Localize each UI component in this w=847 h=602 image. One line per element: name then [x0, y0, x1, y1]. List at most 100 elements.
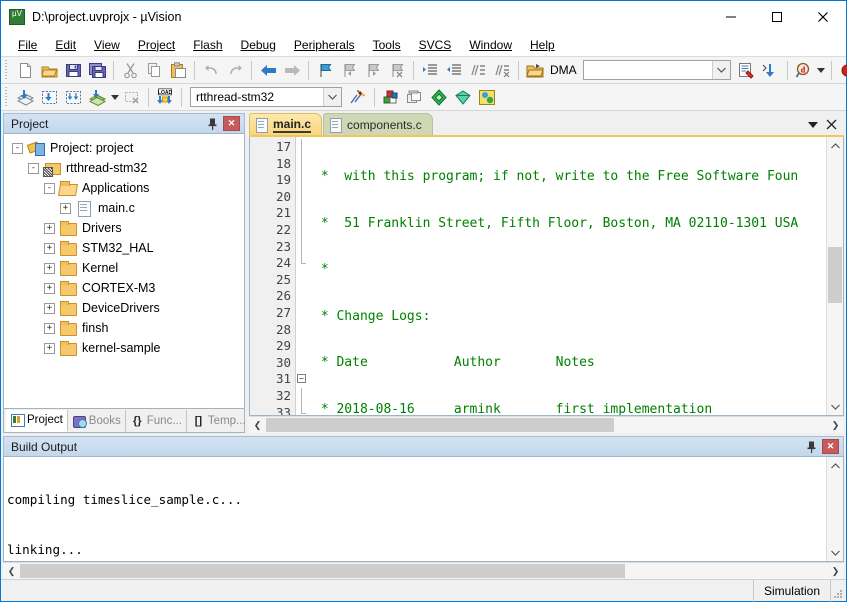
target-select[interactable]: rtthread-stm32 — [190, 87, 342, 107]
chevron-down-icon[interactable] — [712, 61, 730, 79]
menu-tools[interactable]: Tools — [364, 35, 410, 55]
tree-node-cortex-m3[interactable]: + CORTEX-M3 — [4, 278, 244, 298]
tree-expander[interactable]: - — [44, 183, 55, 194]
debug-search-icon[interactable]: d — [792, 59, 816, 82]
bookmark-toggle-icon[interactable] — [313, 59, 337, 82]
scroll-thumb[interactable] — [20, 564, 625, 578]
dma-combo[interactable] — [583, 60, 731, 80]
minimize-button[interactable] — [708, 1, 754, 33]
tree-expander[interactable]: - — [12, 143, 23, 154]
code-fold-gutter[interactable]: − — [296, 137, 309, 415]
insert-include-icon[interactable] — [759, 59, 783, 82]
chevron-down-icon[interactable] — [323, 88, 341, 106]
tree-expander[interactable]: + — [60, 203, 71, 214]
menu-svcs[interactable]: SVCS — [410, 35, 461, 55]
uncomment-icon[interactable] — [490, 59, 514, 82]
undo-icon[interactable] — [199, 59, 223, 82]
scroll-down-icon[interactable] — [827, 398, 844, 415]
new-file-icon[interactable] — [13, 59, 37, 82]
scroll-track[interactable] — [266, 417, 827, 434]
tree-expander[interactable]: + — [44, 243, 55, 254]
configuration-wizard-icon[interactable] — [735, 59, 759, 82]
tree-expander[interactable]: + — [44, 323, 55, 334]
build-output-horizontal-scrollbar[interactable]: ❮ ❯ — [3, 562, 844, 579]
code-text[interactable]: * with this program; if not, write to th… — [309, 137, 826, 415]
indent-icon[interactable] — [418, 59, 442, 82]
tree-node-kernel[interactable]: + Kernel — [4, 258, 244, 278]
pack-installer-icon[interactable] — [427, 86, 451, 109]
download-load-icon[interactable]: LOAD — [153, 86, 177, 109]
menu-window[interactable]: Window — [460, 35, 521, 55]
menu-help[interactable]: Help — [521, 35, 564, 55]
save-icon[interactable] — [61, 59, 85, 82]
scroll-thumb[interactable] — [828, 247, 842, 303]
scroll-track[interactable] — [20, 563, 827, 580]
chevron-down-icon[interactable] — [804, 115, 822, 133]
close-icon[interactable]: ✕ — [223, 116, 240, 131]
scroll-down-icon[interactable] — [827, 544, 844, 561]
tree-expander[interactable]: + — [44, 263, 55, 274]
tree-expander[interactable]: + — [44, 283, 55, 294]
scroll-up-icon[interactable] — [827, 137, 844, 154]
tree-expander[interactable]: - — [28, 163, 39, 174]
close-icon[interactable]: ✕ — [822, 439, 839, 454]
menu-debug[interactable]: Debug — [232, 35, 285, 55]
translate-file-icon[interactable] — [13, 86, 37, 109]
scroll-thumb[interactable] — [266, 418, 614, 432]
open-folder-icon[interactable] — [523, 59, 547, 82]
bookmark-next-icon[interactable] — [361, 59, 385, 82]
tree-node-devicedrivers[interactable]: + DeviceDrivers — [4, 298, 244, 318]
tree-node-main-c[interactable]: + main.c — [4, 198, 244, 218]
batch-build-dropdown-icon[interactable] — [109, 86, 120, 109]
tree-expander[interactable]: + — [44, 223, 55, 234]
navigate-forward-icon[interactable] — [280, 59, 304, 82]
tree-node-stm32-hal[interactable]: + STM32_HAL — [4, 238, 244, 258]
environment-icon[interactable] — [475, 86, 499, 109]
pin-icon[interactable] — [803, 439, 819, 455]
tab-project[interactable]: Project — [6, 410, 68, 432]
bookmark-clear-icon[interactable] — [385, 59, 409, 82]
editor-vertical-scrollbar[interactable] — [826, 137, 843, 415]
resize-grip-icon[interactable] — [830, 580, 846, 602]
tab-templates[interactable]: [] Temp... — [187, 410, 251, 432]
menu-edit[interactable]: Edit — [46, 35, 85, 55]
outdent-icon[interactable] — [442, 59, 466, 82]
build-output-vertical-scrollbar[interactable] — [826, 457, 843, 561]
menu-file[interactable]: File — [9, 35, 46, 55]
menu-view[interactable]: View — [85, 35, 129, 55]
editor-tab-main-c[interactable]: main.c — [249, 113, 322, 135]
navigate-back-icon[interactable] — [256, 59, 280, 82]
editor-tab-components-c[interactable]: components.c — [323, 113, 433, 135]
scroll-right-icon[interactable]: ❯ — [827, 417, 844, 434]
scroll-track[interactable] — [827, 154, 844, 398]
close-button[interactable] — [800, 1, 846, 33]
redo-icon[interactable] — [223, 59, 247, 82]
menu-project[interactable]: Project — [129, 35, 184, 55]
menu-peripherals[interactable]: Peripherals — [285, 35, 364, 55]
tree-expander[interactable]: + — [44, 343, 55, 354]
tree-expander[interactable]: + — [44, 303, 55, 314]
comment-icon[interactable] — [466, 59, 490, 82]
scroll-track[interactable] — [827, 474, 844, 544]
open-file-icon[interactable] — [37, 59, 61, 82]
tree-node-applications[interactable]: - Applications — [4, 178, 244, 198]
cut-icon[interactable] — [118, 59, 142, 82]
maximize-button[interactable] — [754, 1, 800, 33]
bookmark-prev-icon[interactable] — [337, 59, 361, 82]
paste-icon[interactable] — [166, 59, 190, 82]
target-options-icon[interactable] — [346, 86, 370, 109]
batch-build-icon[interactable] — [85, 86, 109, 109]
close-icon[interactable] — [822, 115, 840, 133]
tab-books[interactable]: Books — [68, 410, 126, 432]
tree-node-project[interactable]: - Project: project — [4, 138, 244, 158]
scroll-left-icon[interactable]: ❮ — [3, 563, 20, 580]
copy-icon[interactable] — [142, 59, 166, 82]
menu-flash[interactable]: Flash — [184, 35, 231, 55]
tree-node-finsh[interactable]: + finsh — [4, 318, 244, 338]
scroll-left-icon[interactable]: ❮ — [249, 417, 266, 434]
build-output-text[interactable]: compiling timeslice_sample.c... linking.… — [4, 457, 826, 561]
scroll-up-icon[interactable] — [827, 457, 844, 474]
toolbar-grip[interactable] — [4, 87, 10, 107]
build-target-icon[interactable] — [37, 86, 61, 109]
debug-search-dropdown-icon[interactable] — [816, 59, 827, 82]
